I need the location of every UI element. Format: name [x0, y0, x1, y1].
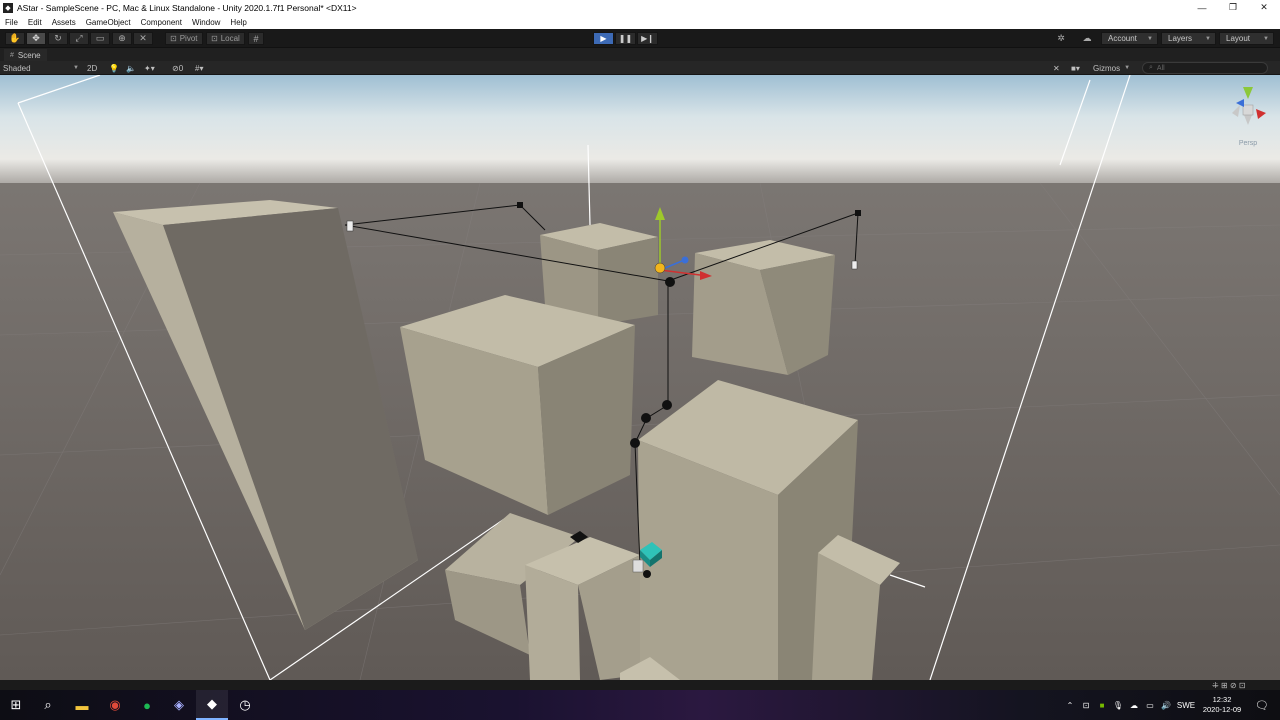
persp-label[interactable]: Persp	[1239, 140, 1257, 147]
maximize-button[interactable]: ❐	[1217, 0, 1249, 15]
camera-icon[interactable]: ■▾	[1071, 62, 1080, 74]
layout-label: Layout	[1226, 34, 1251, 43]
scene-icon: #	[10, 51, 14, 59]
scene-control-bar: Shaded ▼ 2D 💡 🔈 ✦▾ ⊘ 0 #▾ ✕ ■▾ Gizmos ▼ ⌕…	[0, 61, 1280, 75]
custom-tool-icon[interactable]: ✕	[133, 32, 153, 45]
shading-mode-dropdown[interactable]: Shaded ▼	[3, 62, 79, 74]
system-clock[interactable]: 12:32 2020-12-09	[1196, 695, 1248, 715]
discord-icon[interactable]: ◈	[163, 690, 195, 720]
play-button[interactable]: ▶	[593, 32, 614, 45]
account-label: Account	[1108, 34, 1137, 43]
scene-search-input[interactable]: ⌕ All	[1142, 62, 1268, 74]
chevron-down-icon: ▼	[1205, 35, 1211, 42]
main-toolbar: ✋ ✥ ↻ ⤢ ▭ ⊕ ✕ ⊡ Pivot ⊡ Local # ▶ ❚❚ ▶❙ ✲ …	[0, 29, 1280, 48]
layout-dropdown[interactable]: Layout ▼	[1219, 32, 1274, 45]
search-placeholder: All	[1156, 64, 1165, 72]
unity-logo-icon: ◆	[3, 2, 13, 13]
layers-label: Layers	[1168, 34, 1193, 43]
rotate-tool-icon[interactable]: ↻	[48, 32, 68, 45]
pivot-label: Pivot	[179, 34, 198, 43]
chrome-icon[interactable]: ◉	[99, 690, 131, 720]
nvidia-icon[interactable]: ■	[1096, 690, 1108, 720]
minimize-button[interactable]: —	[1186, 0, 1218, 15]
shading-mode-label: Shaded	[3, 63, 31, 73]
local-icon: ⊡	[211, 34, 218, 43]
notification-icon[interactable]: 🗨	[1252, 690, 1272, 720]
pivot-toggle[interactable]: ⊡ Pivot	[165, 32, 203, 45]
file-explorer-icon[interactable]: ▬	[66, 690, 98, 720]
grid-snap-icon[interactable]: #	[248, 32, 264, 45]
clock-date: 2020-12-09	[1202, 705, 1242, 714]
gizmos-label: Gizmos	[1093, 63, 1121, 73]
menu-bar: File Edit Assets GameObject Component Wi…	[0, 15, 1280, 29]
menu-edit[interactable]: Edit	[23, 18, 47, 27]
cloud-icon[interactable]: ☁	[1078, 32, 1096, 45]
rect-tool-icon[interactable]: ▭	[90, 32, 110, 45]
microphone-icon[interactable]: 🎙	[1112, 690, 1124, 720]
sky	[0, 75, 1280, 195]
clock-app-icon[interactable]: ◷	[229, 690, 261, 720]
pivot-icon: ⊡	[170, 34, 177, 43]
chevron-down-icon: ▼	[1263, 35, 1269, 42]
spotify-icon[interactable]: ●	[131, 690, 163, 720]
menu-assets[interactable]: Assets	[47, 18, 81, 27]
tab-scene[interactable]: # Scene	[4, 49, 47, 61]
scene-tab-row: # Scene	[0, 48, 1280, 61]
scale-tool-icon[interactable]: ⤢	[69, 32, 89, 45]
menu-window[interactable]: Window	[187, 18, 225, 27]
move-tool-icon[interactable]: ✥	[26, 32, 46, 45]
eye-slash-icon: ⊘	[172, 63, 179, 73]
scene-viewport[interactable]: Persp	[0, 75, 1280, 680]
volume-icon[interactable]: 🔊	[1160, 690, 1172, 720]
hand-tool-icon[interactable]: ✋	[5, 32, 25, 45]
title-bar: ◆ AStar - SampleScene - PC, Mac & Linux …	[0, 0, 1280, 15]
unity-icon[interactable]: ◆	[196, 690, 228, 720]
start-icon[interactable]: ⊞	[0, 690, 32, 720]
close-button[interactable]: ✕	[1248, 0, 1280, 15]
chevron-down-icon: ▼	[1147, 35, 1153, 42]
chevron-down-icon: ▼	[73, 65, 79, 71]
tools-icon[interactable]: ✕	[1053, 62, 1060, 74]
layers-dropdown[interactable]: Layers ▼	[1161, 32, 1216, 45]
status-strip: ⁜ ⊞ ⊘ ⊡	[0, 680, 1280, 690]
scene-render[interactable]: Persp	[0, 75, 1280, 680]
search-icon: ⌕	[1149, 64, 1153, 71]
language-indicator[interactable]: SWE	[1176, 690, 1196, 720]
waypoint-marker	[851, 260, 858, 270]
window-title: AStar - SampleScene - PC, Mac & Linux St…	[17, 2, 357, 13]
collab-icon[interactable]: ✲	[1052, 32, 1070, 45]
clock-time: 12:32	[1212, 695, 1232, 704]
search-icon[interactable]: ⌕	[32, 690, 64, 720]
step-button[interactable]: ▶❙	[637, 32, 658, 45]
tray-app-icon[interactable]: ⊡	[1080, 690, 1092, 720]
chevron-down-icon: ▼	[1124, 65, 1131, 71]
hidden-count: 0	[178, 63, 184, 73]
cloud-icon[interactable]: ☁	[1128, 690, 1140, 720]
tray-expand-icon[interactable]: ⌃	[1064, 690, 1076, 720]
effects-icon[interactable]: ✦▾	[144, 62, 155, 74]
gizmos-dropdown[interactable]: Gizmos ▼	[1093, 62, 1130, 74]
account-dropdown[interactable]: Account ▼	[1101, 32, 1158, 45]
scene-tab-label: Scene	[17, 50, 41, 60]
status-icons: ⁜ ⊞ ⊘ ⊡	[1212, 681, 1246, 690]
mode-2d-label: 2D	[87, 63, 98, 73]
hidden-objects-toggle[interactable]: ⊘ 0	[172, 62, 183, 74]
local-label: Local	[220, 34, 240, 43]
network-icon[interactable]: ▭	[1144, 690, 1156, 720]
transform-tool-icon[interactable]: ⊕	[112, 32, 132, 45]
waypoint-marker	[346, 220, 354, 232]
audio-icon[interactable]: 🔈	[126, 62, 136, 74]
mode-2d-toggle[interactable]: 2D	[87, 62, 97, 74]
grid-toggle-icon[interactable]: #▾	[195, 62, 203, 74]
menu-gameobject[interactable]: GameObject	[81, 18, 136, 27]
lighting-icon[interactable]: 💡	[109, 62, 119, 74]
local-toggle[interactable]: ⊡ Local	[206, 32, 245, 45]
menu-help[interactable]: Help	[225, 18, 251, 27]
taskbar: ⊞ ⌕ ▬ ◉ ● ◈ ◆ ◷ ⌃ ⊡ ■ 🎙 ☁ ▭ 🔊 SWE 12:32 …	[0, 690, 1280, 720]
menu-component[interactable]: Component	[136, 18, 187, 27]
menu-file[interactable]: File	[0, 18, 23, 27]
building-back-right[interactable]	[692, 240, 835, 375]
pause-button[interactable]: ❚❚	[615, 32, 636, 45]
